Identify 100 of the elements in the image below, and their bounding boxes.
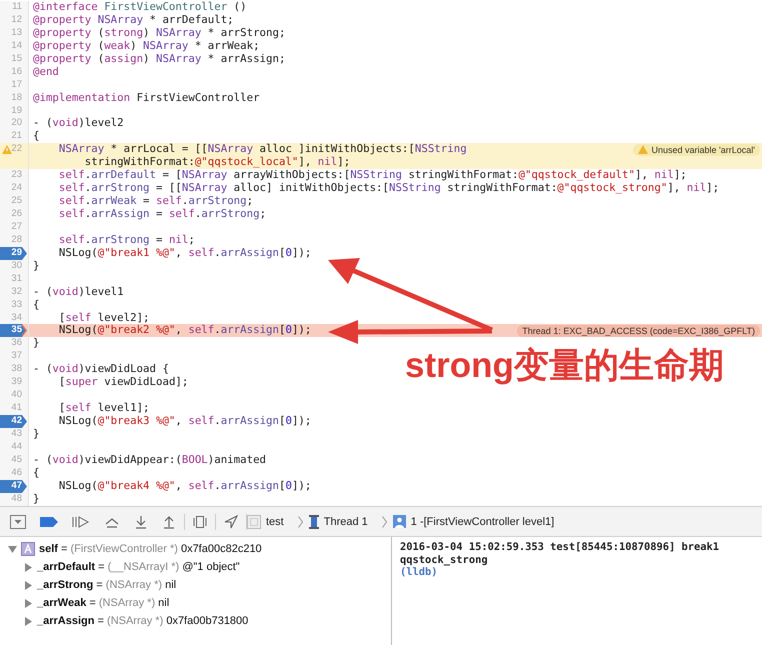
line-number: 13: [11, 26, 22, 40]
code-line: {: [33, 298, 40, 312]
disclosure-triangle-icon[interactable]: [24, 580, 33, 590]
line-number: 28: [11, 234, 22, 247]
variable-entry[interactable]: _arrWeak = (NSArray *) nil: [37, 597, 170, 609]
line-number: 46: [11, 466, 22, 480]
location-icon[interactable]: [224, 514, 238, 528]
code-line: @property (assign) NSArray * arrAssign;: [33, 52, 286, 66]
breadcrumb-item[interactable]: test: [247, 514, 284, 528]
code-line: self.arrStrong = nil;: [58, 234, 195, 247]
line-number: 44: [11, 440, 22, 454]
line-number: 40: [11, 389, 22, 402]
annotation-text: strong变量的生命期: [405, 345, 724, 387]
step-into-icon[interactable]: [134, 514, 148, 528]
continue-icon[interactable]: [72, 516, 90, 528]
line-number: 31: [11, 272, 22, 286]
line-number: 22: [11, 143, 22, 156]
line-number: 33: [11, 298, 22, 312]
line-number: 35: [11, 324, 22, 338]
breakpoint-marker[interactable]: [0, 246, 28, 260]
breadcrumb-item[interactable]: 1 -[FirstViewController level1]: [392, 515, 554, 528]
user-frame-icon: [392, 515, 406, 528]
variable-entry[interactable]: self = (FirstViewController *) 0x7fa00c82c210: [39, 543, 262, 555]
line-number: 24: [11, 182, 22, 196]
code-line: @interface FirstViewController (): [33, 1, 247, 14]
code-line: {: [33, 130, 40, 144]
line-number: 45: [11, 454, 22, 467]
console-line: (lldb): [400, 566, 439, 578]
code-line: NSLog(@"break2 %@", self.arrAssign[0]);: [58, 324, 312, 338]
code-line: [self level2];: [58, 312, 150, 324]
disclosure-triangle-icon[interactable]: [24, 598, 33, 608]
line-number: 15: [11, 52, 22, 66]
app-icon: [247, 514, 261, 528]
code-line: self.arrDefault = [NSArray arrayWithObjects:[NSString stringWithFormat:@"qqstock_default"], nil];: [58, 169, 687, 182]
breakpoint-marker[interactable]: [0, 480, 28, 493]
code-line: {: [33, 466, 40, 480]
line-number: 41: [11, 402, 22, 416]
code-line: @implementation FirstViewController: [33, 92, 260, 104]
warning-icon: [2, 145, 12, 154]
line-number: 16: [11, 66, 22, 79]
code-line: }: [33, 260, 40, 273]
code-line: @end: [33, 66, 59, 79]
breakpoint-toggle-icon[interactable]: [40, 516, 58, 526]
code-line: [super viewDidLoad];: [58, 376, 188, 390]
line-number: 14: [11, 40, 22, 53]
line-number: 27: [11, 220, 22, 234]
code-line: - (void)viewDidLoad {: [33, 363, 169, 376]
breakpoint-marker[interactable]: [0, 415, 28, 428]
line-number: 37: [11, 350, 22, 364]
issue-message: Unused variable 'arrLocal': [632, 144, 760, 156]
code-line: @property (weak) NSArray * arrWeak;: [33, 40, 260, 53]
issue-message: Thread 1: EXC_BAD_ACCESS (code=EXC_I386_GPFLT): [517, 324, 760, 337]
line-number: 42: [11, 415, 22, 428]
line-number: 47: [11, 480, 22, 493]
thread-icon: [308, 514, 319, 528]
line-number: 21: [11, 130, 22, 144]
chevron-icon: [382, 516, 387, 528]
line-number: 12: [11, 14, 22, 27]
breakpoint-marker[interactable]: [0, 324, 28, 338]
disclosure-triangle-icon[interactable]: [8, 544, 17, 554]
line-number: 18: [11, 92, 22, 105]
line-number: 19: [11, 104, 22, 118]
line-number: 29: [11, 246, 22, 260]
hide-panel-icon[interactable]: [10, 514, 26, 528]
line-number: 39: [11, 376, 22, 390]
code-line: self.arrStrong = [[NSArray alloc] initWithObjects:[NSString stringWithFormat:@"qqstock_strong"], nil];: [58, 182, 720, 196]
breadcrumb-item[interactable]: Thread 1: [308, 514, 368, 528]
line-number: 17: [11, 78, 22, 92]
line-number: 43: [11, 428, 22, 441]
line-number: 11: [12, 1, 22, 14]
code-line: NSLog(@"break4 %@", self.arrAssign[0]);: [58, 480, 312, 493]
line-number: 32: [11, 286, 22, 299]
line-number: 38: [11, 363, 22, 376]
step-over-icon[interactable]: [104, 516, 120, 528]
code-line: NSArray * arrLocal = [[NSArray alloc ]initWithObjects:[NSString: [58, 143, 467, 156]
code-line: NSLog(@"break1 %@", self.arrAssign[0]);: [58, 246, 312, 260]
code-line: - (void)level1: [33, 286, 124, 299]
variable-entry[interactable]: _arrDefault = (__NSArrayI *) @"1 object": [37, 561, 240, 573]
view-hierarchy-icon[interactable]: [193, 514, 207, 528]
line-number: 36: [11, 337, 22, 350]
argument-badge-icon: [21, 542, 35, 556]
variable-entry[interactable]: _arrAssign = (NSArray *) 0x7fa00b731800: [37, 615, 248, 627]
line-number: 20: [11, 117, 22, 130]
code-line: - (void)level2: [33, 117, 124, 130]
code-line: [self level1];: [58, 402, 150, 415]
step-out-icon[interactable]: [162, 514, 176, 528]
code-line: self.arrWeak = self.arrStrong;: [58, 195, 254, 208]
code-line: }: [33, 428, 40, 441]
line-number: 23: [11, 169, 22, 182]
variable-entry[interactable]: _arrStrong = (NSArray *) nil: [37, 579, 176, 591]
line-number: 25: [11, 195, 22, 208]
line-number: 26: [11, 208, 22, 221]
console-line: qqstock_strong: [400, 554, 489, 566]
disclosure-triangle-icon[interactable]: [24, 562, 33, 572]
code-line: NSLog(@"break3 %@", self.arrAssign[0]);: [58, 415, 312, 428]
code-line: - (void)viewDidAppear:(BOOL)animated: [33, 454, 266, 467]
console-line: 2016-03-04 15:02:59.353 test[85445:10870896] break1: [400, 541, 720, 554]
chevron-icon: [298, 516, 303, 528]
line-number: 34: [11, 312, 22, 324]
disclosure-triangle-icon[interactable]: [24, 616, 33, 626]
